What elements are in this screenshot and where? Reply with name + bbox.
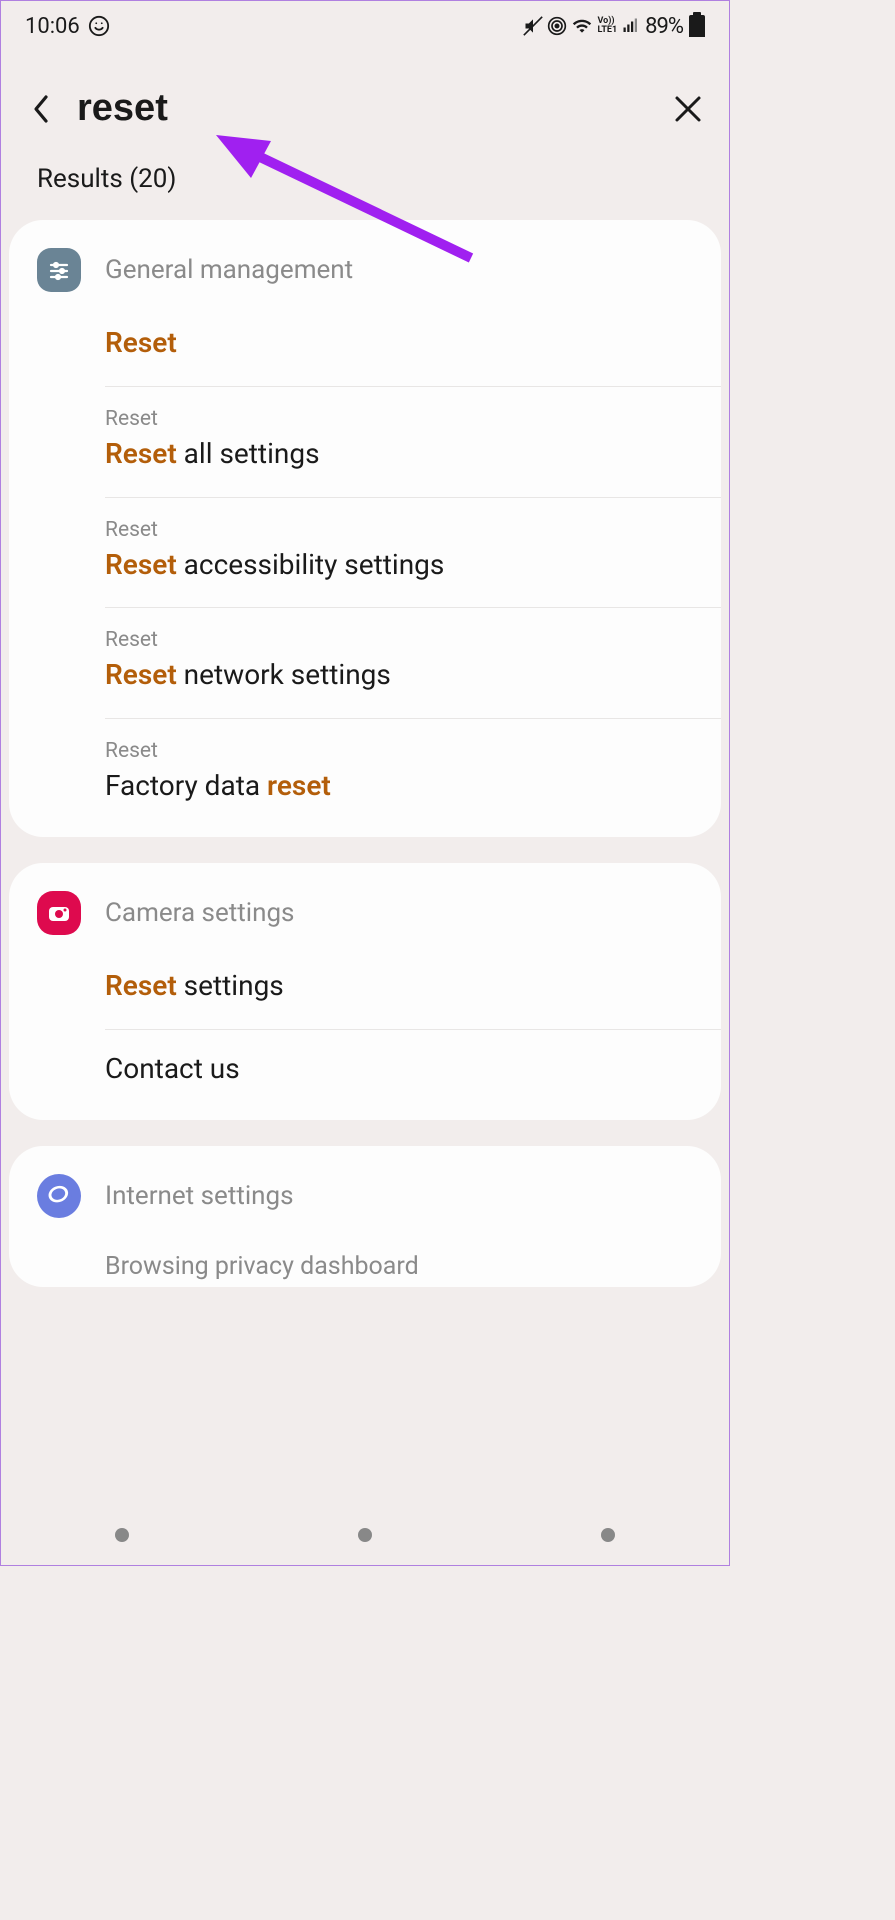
result-item[interactable]: Reset Factory data reset	[105, 718, 721, 829]
result-breadcrumb: Reset	[105, 518, 693, 542]
result-title: Reset all settings	[105, 435, 693, 473]
result-breadcrumb: Reset	[105, 739, 693, 763]
section-header[interactable]: General management	[9, 248, 721, 320]
search-header	[1, 51, 729, 164]
clear-button[interactable]	[671, 92, 705, 126]
section-header[interactable]: Internet settings	[9, 1174, 721, 1246]
result-title: Browsing privacy dashboard	[105, 1250, 693, 1284]
section-title: General management	[105, 255, 353, 285]
back-button[interactable]	[25, 93, 57, 125]
section-camera-settings: Camera settings Reset settings Contact u…	[9, 863, 721, 1120]
nav-home[interactable]	[358, 1528, 372, 1542]
battery-icon	[689, 15, 705, 37]
navigation-bar	[1, 1505, 729, 1565]
section-internet-settings: Internet settings Browsing privacy dashb…	[9, 1146, 721, 1288]
globe-icon	[37, 1174, 81, 1218]
status-time: 10:06	[25, 14, 80, 39]
camera-icon	[37, 891, 81, 935]
result-title: Factory data reset	[105, 767, 693, 805]
result-item[interactable]: Reset	[9, 320, 721, 386]
result-title: Reset accessibility settings	[105, 546, 693, 584]
section-header[interactable]: Camera settings	[9, 891, 721, 963]
section-general-management: General management Reset Reset Reset all…	[9, 220, 721, 837]
nav-recents[interactable]	[115, 1528, 129, 1542]
search-input[interactable]	[77, 87, 651, 130]
section-title: Internet settings	[105, 1181, 294, 1211]
volte-icon: Vo))LTE1	[597, 17, 617, 35]
mute-icon	[523, 16, 543, 36]
result-title: Reset	[105, 324, 693, 362]
result-item[interactable]: Reset Reset accessibility settings	[105, 497, 721, 608]
result-breadcrumb: Reset	[105, 407, 693, 431]
whatsapp-icon	[88, 15, 110, 37]
section-title: Camera settings	[105, 898, 294, 928]
sliders-icon	[37, 248, 81, 292]
result-item[interactable]: Browsing privacy dashboard	[9, 1246, 721, 1288]
result-title: Contact us	[105, 1050, 693, 1088]
results-count: Results (20)	[1, 164, 729, 220]
battery-percent: 89%	[645, 14, 683, 39]
nav-back[interactable]	[601, 1528, 615, 1542]
result-breadcrumb: Reset	[105, 628, 693, 652]
result-item[interactable]: Reset settings	[9, 963, 721, 1029]
result-title: Reset settings	[105, 967, 693, 1005]
wifi-icon	[571, 16, 593, 36]
status-bar: 10:06 Vo))LTE1 89%	[1, 1, 729, 51]
hotspot-icon	[547, 16, 567, 36]
result-item[interactable]: Contact us	[105, 1029, 721, 1112]
result-title: Reset network settings	[105, 656, 693, 694]
result-item[interactable]: Reset Reset network settings	[105, 607, 721, 718]
signal-icon	[621, 17, 641, 35]
result-item[interactable]: Reset Reset all settings	[105, 386, 721, 497]
